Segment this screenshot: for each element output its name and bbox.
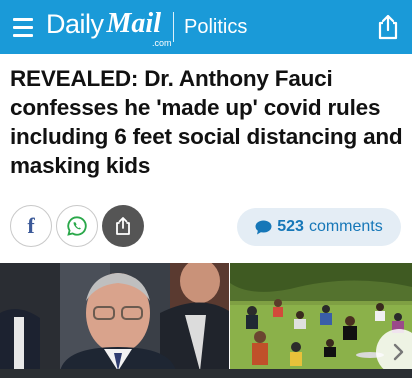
comments-label: comments: [308, 218, 383, 235]
comments-count: 523: [277, 218, 304, 235]
top-navigation-bar: Daily Mail .com Politics: [0, 0, 412, 54]
chevron-right-icon: [393, 343, 404, 361]
hamburger-menu-icon[interactable]: [0, 0, 46, 54]
header-divider: [172, 12, 174, 42]
share-icon: [116, 217, 130, 235]
gallery-next-button[interactable]: [376, 329, 412, 371]
speech-bubble-icon: [255, 220, 272, 234]
whatsapp-icon: [67, 216, 87, 236]
article-headline: REVEALED: Dr. Anthony Fauci confesses he…: [10, 66, 403, 178]
share-bar: f 523 comments: [0, 205, 412, 249]
logo-com-text: .com: [152, 38, 172, 48]
facebook-icon: f: [27, 213, 35, 238]
bottom-dark-strip: [0, 369, 412, 378]
comments-button[interactable]: 523 comments: [237, 208, 401, 246]
logo-daily-text: Daily: [46, 9, 104, 39]
share-upload-icon[interactable]: [374, 13, 402, 41]
share-button[interactable]: [102, 205, 144, 247]
photo-fauci-portrait[interactable]: [0, 263, 229, 371]
facebook-share-button[interactable]: f: [10, 205, 52, 247]
site-logo[interactable]: Daily Mail: [46, 0, 161, 54]
section-politics-link[interactable]: Politics: [184, 0, 247, 54]
whatsapp-share-button[interactable]: [56, 205, 98, 247]
logo-mail-text: Mail: [106, 8, 161, 39]
article-photo-gallery: [0, 263, 412, 371]
